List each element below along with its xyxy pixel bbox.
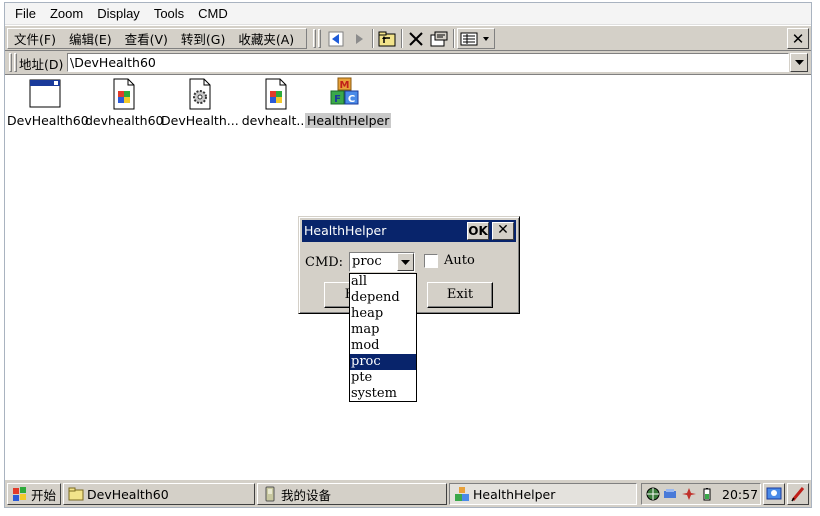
auto-checkbox[interactable]: [424, 254, 438, 268]
emulator-window: File Zoom Display Tools CMD 文件(F) 编辑(E) …: [4, 2, 812, 508]
cmd-option-map[interactable]: map: [350, 322, 416, 338]
toolbar-grip[interactable]: [318, 29, 321, 48]
file-label: DevHealth...: [161, 113, 239, 128]
task-my-device[interactable]: 我的设备: [257, 483, 447, 505]
desktop-icon: [766, 487, 782, 500]
dialog-title-bar[interactable]: HealthHelper OK ✕: [302, 220, 516, 242]
cmd-dropdown-list: all depend heap map mod proc pte system: [349, 273, 417, 402]
connection-icon[interactable]: [663, 487, 677, 501]
task-label: DevHealth60: [87, 486, 169, 502]
cmd-option-heap[interactable]: heap: [350, 306, 416, 322]
settings-file-icon: [189, 78, 211, 110]
explorer-toolbar: 文件(F) 编辑(E) 查看(V) 转到(G) 收藏夹(A) ✕: [5, 25, 811, 51]
document-icon: [265, 78, 287, 110]
taskbar: 开始 DevHealth60 我的设备 HealthHelper 20:57: [5, 479, 811, 507]
menu-view[interactable]: 查看(V): [125, 29, 168, 48]
file-label: DevHealth60: [7, 113, 89, 128]
host-menu-display[interactable]: Display: [97, 6, 140, 21]
toolbar-grip[interactable]: [313, 29, 316, 48]
windows-logo-icon: [13, 487, 26, 501]
system-tray: 20:57: [641, 483, 761, 505]
cmd-option-pte[interactable]: pte: [350, 370, 416, 386]
host-menu-file[interactable]: File: [15, 6, 36, 21]
mfc-app-icon: [455, 487, 469, 501]
cmd-option-system[interactable]: system: [350, 386, 416, 402]
file-item[interactable]: DevHealth...: [159, 77, 239, 128]
cmd-combobox-value: proc: [352, 254, 382, 269]
cmd-option-proc[interactable]: proc: [350, 354, 416, 370]
back-arrow-icon[interactable]: [325, 28, 347, 49]
file-item[interactable]: DevHealth60: [5, 77, 89, 128]
battery-icon[interactable]: [700, 487, 714, 501]
host-menu-zoom[interactable]: Zoom: [50, 6, 83, 21]
device-icon: [265, 486, 275, 502]
menu-goto[interactable]: 转到(G): [181, 29, 225, 48]
explorer-menu-bar: 文件(F) 编辑(E) 查看(V) 转到(G) 收藏夹(A): [7, 28, 307, 49]
input-panel-button[interactable]: [787, 483, 809, 505]
host-menu-bar: File Zoom Display Tools CMD: [5, 3, 811, 25]
desktop-button[interactable]: [763, 483, 785, 505]
task-devhealth60[interactable]: DevHealth60: [63, 483, 255, 505]
clock: 20:57: [722, 487, 759, 502]
dialog-close-button[interactable]: ✕: [492, 222, 514, 240]
forward-arrow-icon[interactable]: [348, 28, 370, 49]
start-button[interactable]: 开始: [7, 483, 61, 505]
file-label: HealthHelper: [305, 113, 392, 128]
svg-text:C: C: [348, 94, 355, 105]
address-label: 地址(D): [19, 57, 64, 72]
address-grip[interactable]: [9, 53, 12, 72]
window-app-icon: [29, 79, 61, 108]
mfc-app-icon: M F C: [330, 77, 359, 105]
toolbar-separator: [372, 29, 374, 48]
address-grip[interactable]: [14, 53, 17, 72]
up-folder-icon[interactable]: [376, 28, 398, 49]
file-item[interactable]: devhealt...: [235, 77, 315, 128]
toolbar-separator: [401, 29, 403, 48]
address-dropdown-button[interactable]: [790, 53, 808, 72]
menu-edit[interactable]: 编辑(E): [69, 29, 112, 48]
address-bar: 地址(D) \DevHealth60: [5, 51, 811, 75]
chevron-down-icon: [794, 60, 804, 65]
task-label: HealthHelper: [473, 486, 556, 502]
folder-icon: [68, 487, 84, 501]
sync-icon[interactable]: [682, 487, 696, 501]
cmd-option-mod[interactable]: mod: [350, 338, 416, 354]
file-label: devhealt...: [241, 113, 309, 128]
cmd-label: CMD:: [305, 255, 344, 270]
svg-text:M: M: [340, 80, 350, 91]
toolbar-separator: [453, 29, 455, 48]
svg-text:F: F: [334, 94, 341, 105]
host-menu-cmd[interactable]: CMD: [198, 6, 228, 21]
exit-button[interactable]: Exit: [427, 282, 493, 308]
chevron-down-icon: [401, 259, 410, 265]
cmd-option-all[interactable]: all: [350, 274, 416, 290]
auto-label: Auto: [444, 253, 475, 268]
network-icon[interactable]: [646, 487, 660, 501]
file-label: devhealth60: [85, 113, 164, 128]
delete-icon[interactable]: [405, 28, 427, 49]
view-mode-icon[interactable]: [457, 28, 495, 49]
document-icon: [113, 78, 135, 110]
cmd-combobox[interactable]: proc: [349, 252, 415, 272]
menu-file[interactable]: 文件(F): [14, 29, 56, 48]
task-healthhelper[interactable]: HealthHelper: [449, 483, 637, 505]
start-label: 开始: [31, 487, 57, 503]
file-item-selected[interactable]: M F C HealthHelper: [305, 77, 392, 128]
dialog-ok-button[interactable]: OK: [467, 222, 489, 240]
pen-icon: [791, 487, 805, 502]
explorer-close-button[interactable]: ✕: [787, 28, 809, 49]
cmd-combobox-arrow[interactable]: [397, 253, 414, 271]
address-input[interactable]: \DevHealth60: [67, 53, 789, 72]
host-menu-tools[interactable]: Tools: [154, 6, 184, 21]
dialog-title: HealthHelper: [304, 223, 387, 238]
cmd-option-depend[interactable]: depend: [350, 290, 416, 306]
menu-favorites[interactable]: 收藏夹(A): [238, 29, 294, 48]
properties-icon[interactable]: [428, 28, 450, 49]
task-label: 我的设备: [281, 487, 332, 503]
file-item[interactable]: devhealth60: [83, 77, 164, 128]
